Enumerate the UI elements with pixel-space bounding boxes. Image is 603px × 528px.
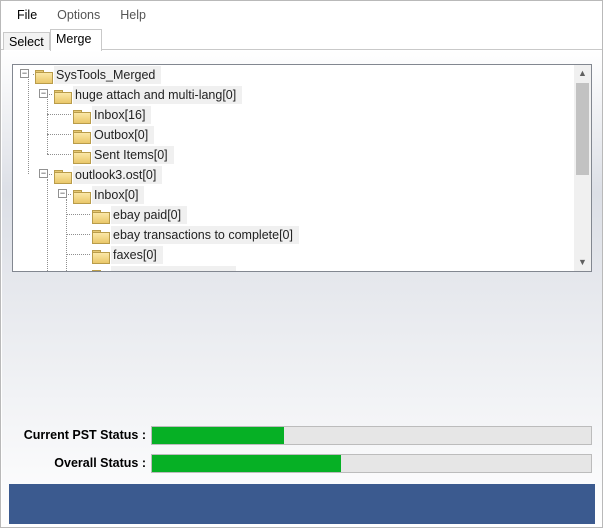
folder-icon bbox=[73, 189, 91, 204]
tree-line bbox=[47, 114, 71, 115]
tree-node-label: Inbox[16] bbox=[92, 106, 152, 124]
tree-line bbox=[47, 134, 71, 135]
tree-node-label: faxes[0] bbox=[111, 246, 163, 264]
scroll-thumb[interactable] bbox=[576, 83, 589, 175]
folder-icon bbox=[54, 169, 72, 184]
tree-scrollbar[interactable]: ▲ ▼ bbox=[574, 65, 591, 271]
tree-node-folder[interactable]: Outbox[0] bbox=[73, 125, 155, 145]
folder-tree-panel: − SysTools_Merged − huge attach and mult… bbox=[12, 64, 592, 272]
folder-tree[interactable]: − SysTools_Merged − huge attach and mult… bbox=[13, 65, 573, 271]
tree-line bbox=[66, 214, 90, 215]
menu-help[interactable]: Help bbox=[110, 1, 156, 29]
collapse-icon[interactable]: − bbox=[39, 89, 48, 98]
tab-merge[interactable]: Merge bbox=[50, 29, 102, 51]
tree-node-folder[interactable]: faxes[0] bbox=[92, 245, 163, 265]
scroll-down-icon[interactable]: ▼ bbox=[574, 254, 591, 271]
tree-node-pst[interactable]: outlook3.ost[0] bbox=[54, 165, 163, 185]
tree-node-pst[interactable]: huge attach and multi-lang[0] bbox=[54, 85, 243, 105]
tree-node-folder[interactable]: ebay transactions to complete[0] bbox=[92, 225, 299, 245]
menu-bar: File Options Help bbox=[1, 1, 602, 29]
overall-progress-bar bbox=[151, 454, 592, 473]
tab-strip: Select Merge bbox=[1, 29, 602, 51]
tree-node-folder[interactable]: ebay paid[0] bbox=[92, 205, 188, 225]
tree-node-label: Sent Items[0] bbox=[92, 146, 174, 164]
folder-icon bbox=[92, 269, 109, 271]
overall-status-row: Overall Status : bbox=[2, 454, 602, 474]
tree-node-label: SysTools_Merged bbox=[54, 66, 162, 84]
collapse-icon[interactable]: − bbox=[58, 189, 67, 198]
folder-icon bbox=[35, 69, 53, 84]
menu-file[interactable]: File bbox=[7, 1, 47, 29]
current-pst-status-label: Current PST Status : bbox=[23, 428, 146, 442]
current-pst-progress-fill bbox=[152, 427, 284, 444]
tree-node-label: Inbox[0] bbox=[92, 186, 145, 204]
scroll-up-icon[interactable]: ▲ bbox=[574, 65, 591, 82]
tree-line bbox=[47, 99, 48, 154]
folder-icon bbox=[92, 229, 110, 244]
tree-line bbox=[47, 154, 71, 155]
tree-node-label: huge attach and multi-lang[0] bbox=[73, 86, 243, 104]
folder-icon bbox=[92, 209, 110, 224]
current-pst-status-row: Current PST Status : bbox=[2, 426, 602, 446]
menu-options[interactable]: Options bbox=[47, 1, 110, 29]
tree-node-label: ebay paid[0] bbox=[111, 206, 188, 224]
tree-node-label: outlook3.ost[0] bbox=[73, 166, 163, 184]
folder-icon bbox=[92, 249, 110, 264]
tree-node-label bbox=[111, 266, 236, 271]
merge-panel: − SysTools_Merged − huge attach and mult… bbox=[2, 50, 602, 527]
collapse-icon[interactable]: − bbox=[39, 169, 48, 178]
tree-line bbox=[66, 199, 67, 271]
folder-icon bbox=[73, 109, 91, 124]
collapse-icon[interactable]: − bbox=[20, 69, 29, 78]
overall-progress-fill bbox=[152, 455, 341, 472]
tree-node-label: Outbox[0] bbox=[92, 126, 155, 144]
tree-line bbox=[47, 179, 48, 271]
overall-status-label: Overall Status : bbox=[54, 456, 146, 470]
tree-node-root[interactable]: SysTools_Merged bbox=[35, 65, 162, 85]
tree-node-folder-partial[interactable] bbox=[92, 265, 236, 271]
folder-icon bbox=[73, 129, 91, 144]
tree-line bbox=[66, 234, 90, 235]
tree-line bbox=[28, 79, 29, 174]
tree-line bbox=[66, 254, 90, 255]
tab-select[interactable]: Select bbox=[3, 32, 50, 50]
tree-node-folder[interactable]: Sent Items[0] bbox=[73, 145, 174, 165]
footer-bar bbox=[9, 484, 595, 524]
folder-icon bbox=[54, 89, 72, 104]
tree-node-folder[interactable]: Inbox[16] bbox=[73, 105, 152, 125]
folder-icon bbox=[73, 149, 91, 164]
tree-node-folder[interactable]: Inbox[0] bbox=[73, 185, 145, 205]
app-window: File Options Help Select Merge − SysTool… bbox=[0, 0, 603, 528]
tree-node-label: ebay transactions to complete[0] bbox=[111, 226, 299, 244]
current-pst-progress-bar bbox=[151, 426, 592, 445]
